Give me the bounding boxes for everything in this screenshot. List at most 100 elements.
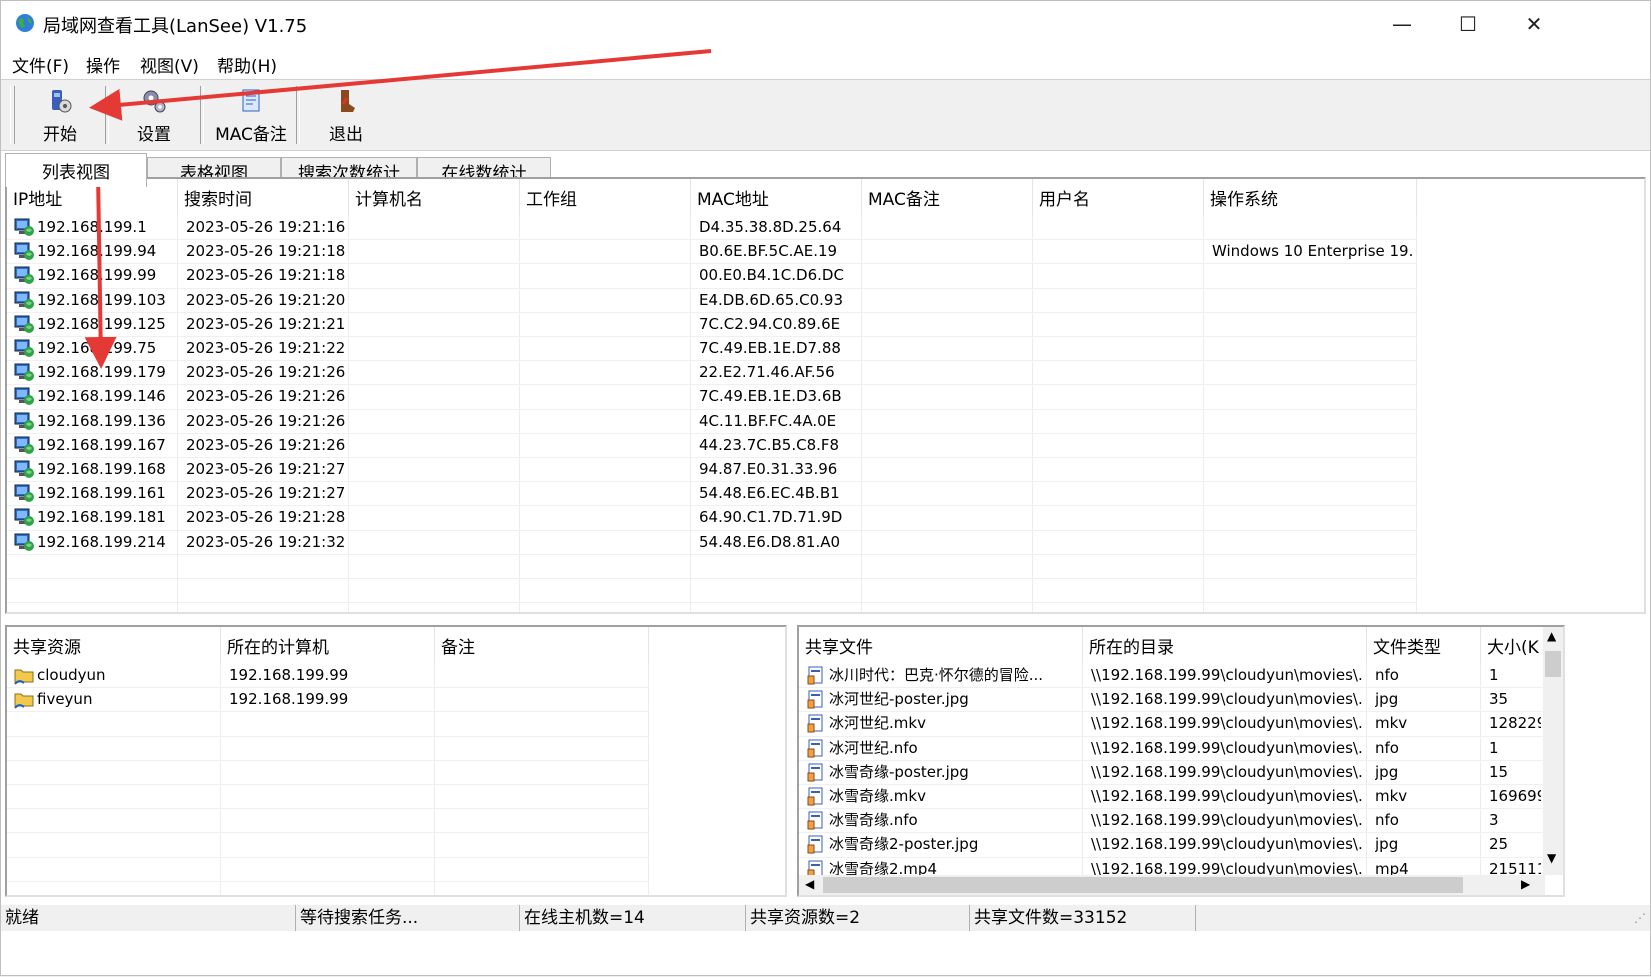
column-header[interactable]: 工作组 bbox=[520, 179, 691, 215]
column-header[interactable]: MAC地址 bbox=[691, 179, 862, 215]
column-header[interactable]: 搜索时间 bbox=[178, 179, 349, 215]
settings-button[interactable]: 设置 bbox=[119, 84, 189, 146]
scroll-down-icon[interactable]: ▼ bbox=[1547, 851, 1556, 865]
host-row[interactable]: 192.168.199.146 2023-05-26 19:21:26 7C.49.… bbox=[7, 384, 1417, 408]
share-row[interactable]: cloudyun 192.168.199.99 bbox=[7, 663, 649, 687]
menu-action[interactable]: 操作 bbox=[86, 52, 120, 77]
file-row[interactable]: 冰川时代：巴克·怀尔德的冒险... \\192.168.199.99\cloudy… bbox=[799, 663, 1545, 687]
cell-username bbox=[1041, 312, 1200, 336]
cell-ip: 192.168.199.181 bbox=[37, 508, 166, 527]
cell-mac: 94.87.E0.31.33.96 bbox=[699, 460, 838, 478]
cell-computer-name bbox=[357, 312, 516, 336]
scroll-thumb[interactable] bbox=[1545, 651, 1561, 677]
cell-share: fiveyun bbox=[37, 690, 93, 709]
cell-ip: 192.168.199.167 bbox=[37, 435, 166, 454]
start-button[interactable]: 开始 bbox=[25, 84, 95, 146]
tab-list-view[interactable]: 列表视图 bbox=[5, 153, 147, 187]
cell-username bbox=[1041, 360, 1200, 384]
host-row[interactable]: 192.168.199.179 2023-05-26 19:21:26 22.E2.… bbox=[7, 360, 1417, 384]
cell-ip: 192.168.199.125 bbox=[37, 314, 166, 333]
column-header[interactable]: 共享资源 bbox=[7, 627, 221, 663]
file-row[interactable]: 冰河世纪-poster.jpg \\192.168.199.99\cloudyun… bbox=[799, 687, 1545, 711]
host-row[interactable]: 192.168.199.181 2023-05-26 19:21:28 64.90.… bbox=[7, 505, 1417, 529]
menu-file[interactable]: 文件(F) bbox=[12, 52, 69, 77]
app-window: 局域网查看工具(LanSee) V1.75 — ☐ ✕ 文件(F) 操作 视图(… bbox=[0, 0, 1651, 976]
scroll-left-icon[interactable]: ◀ bbox=[805, 877, 814, 891]
cell-search-time: 2023-05-26 19:21:21 bbox=[186, 314, 345, 333]
files-list[interactable]: 共享文件 所在的目录 文件类型 大小(K 冰川时代：巴克·怀尔德的冒险... \\192… bbox=[797, 625, 1565, 897]
host-row[interactable]: 192.168.199.161 2023-05-26 19:21:27 54.48.… bbox=[7, 481, 1417, 505]
cell-search-time: 2023-05-26 19:21:18 bbox=[186, 242, 345, 261]
row-grid-line bbox=[7, 602, 1417, 604]
column-header[interactable]: 文件类型 bbox=[1367, 627, 1481, 663]
host-row[interactable]: 192.168.199.99 2023-05-26 19:21:18 00.E0.B… bbox=[7, 263, 1417, 287]
network-computer-icon bbox=[14, 436, 34, 454]
host-row[interactable]: 192.168.199.75 2023-05-26 19:21:22 7C.49.E… bbox=[7, 336, 1417, 360]
cell-mac-note bbox=[870, 481, 1029, 505]
hosts-list[interactable]: IP地址 搜索时间 计算机名 工作组 MAC地址 MAC备注 用户名 操作系统 192.168… bbox=[5, 177, 1646, 614]
column-header[interactable]: 大小(K bbox=[1481, 627, 1545, 663]
host-row[interactable]: 192.168.199.94 2023-05-26 19:21:18 B0.6E.B… bbox=[7, 239, 1417, 263]
network-computer-icon bbox=[14, 291, 34, 309]
host-row[interactable]: 192.168.199.214 2023-05-26 19:21:32 54.48.… bbox=[7, 530, 1417, 554]
file-row[interactable]: 冰雪奇缘.nfo \\192.168.199.99\cloudyun\movies… bbox=[799, 808, 1545, 832]
column-header[interactable]: MAC备注 bbox=[862, 179, 1033, 215]
menu-view[interactable]: 视图(V) bbox=[140, 52, 199, 77]
cell-mac: 22.E2.71.46.AF.56 bbox=[699, 363, 835, 382]
host-row[interactable]: 192.168.199.125 2023-05-26 19:21:21 7C.C2.… bbox=[7, 312, 1417, 336]
cell-os bbox=[1212, 433, 1413, 457]
host-row[interactable]: 192.168.199.1 2023-05-26 19:21:16 D4.35.38… bbox=[7, 215, 1417, 239]
scroll-h-thumb[interactable] bbox=[823, 877, 1463, 893]
settings-gears-icon bbox=[143, 90, 166, 113]
exit-button[interactable]: 退出 bbox=[311, 84, 381, 146]
maximize-button[interactable]: ☐ bbox=[1433, 1, 1503, 47]
column-header[interactable]: 用户名 bbox=[1033, 179, 1204, 215]
column-header[interactable]: 共享文件 bbox=[799, 627, 1083, 663]
toolbar-separator bbox=[200, 86, 204, 144]
resize-grip[interactable]: ⋰ bbox=[1634, 911, 1646, 925]
cell-type: jpg bbox=[1375, 835, 1399, 854]
row-grid-line bbox=[7, 784, 649, 785]
status-share-count: 共享资源数=2 bbox=[746, 905, 970, 931]
cell-mac: 4C.11.BF.FC.4A.0E bbox=[699, 411, 837, 430]
shared-file-icon bbox=[807, 811, 823, 830]
files-vertical-scrollbar[interactable]: ▲ ▼ bbox=[1543, 627, 1563, 875]
network-computer-icon bbox=[14, 242, 34, 261]
scroll-up-icon[interactable]: ▲ bbox=[1547, 629, 1556, 643]
column-header[interactable]: 所在的目录 bbox=[1083, 627, 1367, 663]
toolbar-grip[interactable] bbox=[10, 86, 15, 144]
shares-list[interactable]: 共享资源 所在的计算机 备注 cloudyun 192.168.199.99 fivey… bbox=[5, 625, 787, 897]
file-row[interactable]: 冰雪奇缘.mkv \\192.168.199.99\cloudyun\movies… bbox=[799, 784, 1545, 808]
row-grid-line bbox=[7, 735, 649, 737]
column-header[interactable]: 所在的计算机 bbox=[221, 627, 435, 663]
cell-search-time: 2023-05-26 19:21:28 bbox=[186, 508, 345, 527]
host-row[interactable]: 192.168.199.167 2023-05-26 19:21:26 44.23.… bbox=[7, 433, 1417, 457]
minimize-button[interactable]: — bbox=[1367, 1, 1437, 47]
files-horizontal-scrollbar[interactable]: ◀ ▶ bbox=[799, 875, 1545, 895]
column-header[interactable]: 备注 bbox=[435, 627, 649, 663]
cell-workgroup bbox=[528, 288, 687, 312]
file-row[interactable]: 冰河世纪.mkv \\192.168.199.99\cloudyun\movies… bbox=[799, 711, 1545, 735]
mac-note-button[interactable]: MAC备注 bbox=[209, 84, 293, 146]
cell-search-time: 2023-05-26 19:21:16 bbox=[186, 218, 345, 236]
host-row[interactable]: 192.168.199.103 2023-05-26 19:21:20 E4.DB.… bbox=[7, 288, 1417, 312]
toolbar-separator bbox=[296, 86, 300, 144]
host-row[interactable]: 192.168.199.136 2023-05-26 19:21:26 4C.11.… bbox=[7, 409, 1417, 433]
cell-size: 1 bbox=[1489, 738, 1499, 757]
column-header[interactable]: 计算机名 bbox=[349, 179, 520, 215]
host-row[interactable]: 192.168.199.168 2023-05-26 19:21:27 94.87.… bbox=[7, 457, 1417, 481]
cell-file: 冰河世纪.mkv bbox=[829, 714, 926, 733]
file-row[interactable]: 冰雪奇缘-poster.jpg \\192.168.199.99\cloudyun… bbox=[799, 760, 1545, 784]
scroll-right-icon[interactable]: ▶ bbox=[1521, 877, 1530, 891]
file-row[interactable]: 冰雪奇缘2-poster.jpg \\192.168.199.99\cloudyu… bbox=[799, 832, 1545, 856]
cell-mac: 7C.49.EB.1E.D3.6B bbox=[699, 387, 842, 406]
cell-directory: \\192.168.199.99\cloudyun\movies\... bbox=[1091, 835, 1363, 854]
cell-note bbox=[443, 663, 645, 687]
column-header[interactable]: 操作系统 bbox=[1204, 179, 1417, 215]
close-button[interactable]: ✕ bbox=[1499, 1, 1569, 47]
share-row[interactable]: fiveyun 192.168.199.99 bbox=[7, 687, 649, 711]
cell-directory: \\192.168.199.99\cloudyun\movies\... bbox=[1091, 714, 1363, 733]
menu-help[interactable]: 帮助(H) bbox=[217, 52, 277, 77]
cell-username bbox=[1041, 457, 1200, 481]
file-row[interactable]: 冰河世纪.nfo \\192.168.199.99\cloudyun\movies… bbox=[799, 736, 1545, 760]
